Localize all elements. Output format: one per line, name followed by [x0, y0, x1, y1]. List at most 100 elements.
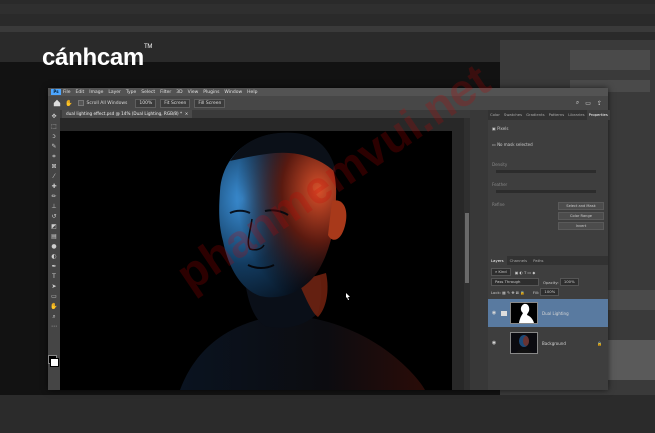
home-icon[interactable] — [53, 99, 61, 107]
type-tool-icon[interactable]: T — [50, 273, 58, 280]
search-icon[interactable]: ⌕ — [576, 99, 579, 107]
layer-filter-row: ⌕ Kind ▣ ◐ T ▭ ◆ — [491, 268, 535, 276]
select-and-mask-button[interactable]: Select and Mask — [558, 202, 604, 210]
lasso-tool-icon[interactable]: ↄ — [50, 133, 58, 140]
shape-tool-icon[interactable]: ▭ — [50, 293, 58, 300]
share-icon[interactable]: ⇪ — [597, 100, 602, 107]
stamp-tool-icon[interactable]: ⊥ — [50, 203, 58, 210]
quick-select-tool-icon[interactable]: ✎ — [50, 143, 58, 150]
menu-image[interactable]: Image — [89, 90, 103, 95]
menu-layer[interactable]: Layer — [108, 90, 121, 95]
pen-tool-icon[interactable]: ✒ — [50, 263, 58, 270]
menu-help[interactable]: Help — [247, 90, 257, 95]
eyedropper-tool-icon[interactable]: ⁄ — [50, 173, 58, 180]
path-select-tool-icon[interactable]: ➤ — [50, 283, 58, 290]
fit-screen-button[interactable]: Fit Screen — [160, 98, 191, 108]
zoom-tool-icon[interactable]: ⌕ — [50, 313, 58, 320]
blend-mode-row: Pass Through Opacity: 100% — [491, 278, 583, 286]
background-statusbar — [0, 395, 655, 433]
healing-tool-icon[interactable]: ✚ — [50, 183, 58, 190]
pixel-layer-label: ▣ Pixels — [492, 126, 509, 131]
density-label: Density — [492, 162, 508, 167]
gradient-tool-icon[interactable]: ▤ — [50, 233, 58, 240]
tab-swatches[interactable]: Swatches — [502, 110, 524, 120]
menu-plugins[interactable]: Plugins — [203, 90, 219, 95]
menu-window[interactable]: Window — [224, 90, 242, 95]
frame-tool-icon[interactable]: ⊠ — [50, 163, 58, 170]
menu-view[interactable]: View — [188, 90, 199, 95]
document-tab[interactable]: dual lighting effect.psd @ 14% (Dual Lig… — [62, 110, 193, 118]
invert-button[interactable]: Invert — [558, 222, 604, 230]
layer-row-background[interactable]: ◉ Background 🔒 — [488, 329, 608, 357]
tab-properties[interactable]: Properties — [586, 110, 610, 120]
opacity-input[interactable]: 100% — [559, 278, 579, 286]
move-tool-icon[interactable]: ✥ — [50, 113, 58, 120]
lock-row: Lock: ▦ ✎ ✥ ⊠ 🔒 Fill: 100% — [491, 288, 563, 296]
lock-icon[interactable]: 🔒 — [597, 341, 602, 346]
menu-filter[interactable]: Filter — [160, 90, 171, 95]
layers-panel-tabs: Layers Channels Paths — [488, 256, 608, 265]
screenshot-root: { "brand": { "name": "cánhcam", "mark": … — [0, 0, 655, 433]
history-brush-tool-icon[interactable]: ↺ — [50, 213, 58, 220]
fill-input[interactable]: 100% — [540, 288, 560, 296]
fill-label: Fill: — [532, 289, 540, 295]
workspace-icon[interactable]: ▭ — [585, 100, 591, 107]
eraser-tool-icon[interactable]: ◩ — [50, 223, 58, 230]
lock-label: Lock: — [491, 289, 501, 295]
marquee-tool-icon[interactable]: ⬚ — [50, 123, 58, 130]
scroll-all-windows-checkbox[interactable] — [78, 100, 85, 106]
brush-tool-icon[interactable]: ✏ — [50, 193, 58, 200]
crop-tool-icon[interactable]: ⌗ — [50, 153, 58, 160]
app-logo-icon: Ps — [51, 89, 61, 95]
tab-libraries[interactable]: Libraries — [566, 110, 586, 120]
blend-mode-select[interactable]: Pass Through — [491, 278, 539, 286]
menu-edit[interactable]: Edit — [76, 90, 85, 95]
tab-patterns[interactable]: Patterns — [547, 110, 567, 120]
tools-panel: ✥ ⬚ ↄ ✎ ⌗ ⊠ ⁄ ✚ ✏ ⊥ ↺ ◩ ▤ ● ◐ ✒ T ➤ ▭ ✋ … — [48, 110, 60, 390]
layers-panel: Layers Channels Paths ⌕ Kind ▣ ◐ T ▭ ◆ P… — [488, 256, 608, 390]
menu-file[interactable]: File — [63, 90, 71, 95]
menu-type[interactable]: Type — [126, 90, 136, 95]
kind-filter-select[interactable]: ⌕ Kind — [491, 268, 511, 276]
visibility-eye-icon[interactable]: ◉ — [491, 310, 497, 316]
zoom-100-button[interactable]: 100% — [135, 98, 157, 108]
brand-logo: cánhcamTM — [42, 44, 153, 71]
menu-3d[interactable]: 3D — [176, 90, 182, 95]
tab-paths[interactable]: Paths — [530, 256, 546, 265]
background-color-swatch[interactable] — [50, 358, 59, 367]
scroll-all-windows-label: Scroll All Windows — [86, 100, 128, 106]
hand-tool-icon[interactable]: ✋ — [50, 303, 58, 310]
menu-select[interactable]: Select — [141, 90, 155, 95]
dodge-tool-icon[interactable]: ◐ — [50, 253, 58, 260]
tab-layers[interactable]: Layers — [488, 256, 507, 265]
tab-channels[interactable]: Channels — [507, 256, 531, 265]
properties-panel-tabs: Color Swatches Gradients Patterns Librar… — [488, 110, 610, 120]
photoshop-window: Ps File Edit Image Layer Type Select Fil… — [48, 88, 610, 390]
density-slider[interactable] — [496, 170, 596, 173]
panel-icon-column — [470, 110, 488, 390]
hand-tool-icon: ✋ — [65, 99, 73, 107]
close-icon[interactable]: × — [183, 111, 189, 116]
color-range-button[interactable]: Color Range — [558, 212, 604, 220]
refine-label: Refine — [492, 202, 505, 207]
group-folder-icon — [501, 310, 507, 316]
layer-thumbnail[interactable] — [510, 332, 538, 354]
lock-icons[interactable]: ▦ ✎ ✥ ⊠ 🔒 — [502, 290, 525, 295]
tab-color[interactable]: Color — [488, 110, 502, 120]
layer-mask-thumbnail[interactable] — [510, 302, 538, 324]
feather-slider[interactable] — [496, 190, 596, 193]
document-tab-label: dual lighting effect.psd @ 14% (Dual Lig… — [66, 111, 183, 116]
layer-row-dual-lighting[interactable]: ◉ Dual Lighting — [488, 299, 608, 327]
scrollbar-thumb[interactable] — [465, 213, 469, 283]
filter-icons[interactable]: ▣ ◐ T ▭ ◆ — [515, 270, 536, 275]
fill-screen-button[interactable]: Fill Screen — [194, 98, 226, 108]
tab-gradients[interactable]: Gradients — [524, 110, 547, 120]
options-bar: ✋ Scroll All Windows 100% Fit Screen Fil… — [48, 96, 608, 110]
layer-name: Dual Lighting — [542, 310, 569, 316]
feather-label: Feather — [492, 182, 508, 187]
visibility-eye-icon[interactable]: ◉ — [491, 340, 497, 346]
opacity-label: Opacity: — [543, 279, 559, 285]
edit-toolbar-icon[interactable]: ⋯ — [50, 323, 58, 330]
mask-label: ▭ No mask selected — [492, 142, 533, 147]
blur-tool-icon[interactable]: ● — [50, 243, 58, 250]
